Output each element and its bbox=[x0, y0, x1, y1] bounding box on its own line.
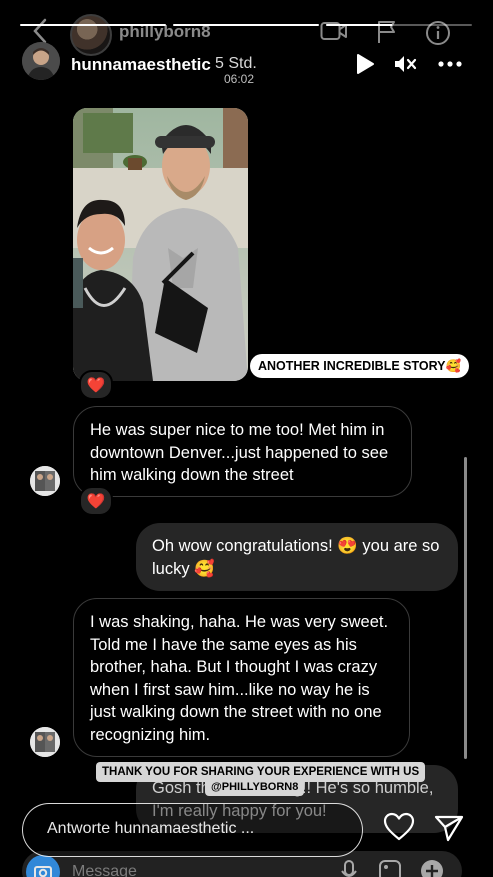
mention-sticker[interactable]: @PHILLYBORN8 bbox=[205, 778, 305, 796]
shared-story-photo[interactable] bbox=[73, 108, 248, 381]
progress-segment bbox=[20, 24, 166, 26]
plus-icon[interactable] bbox=[420, 859, 444, 877]
progress-segment bbox=[173, 24, 319, 26]
heart-outline-icon[interactable] bbox=[383, 812, 415, 842]
story-reply-input[interactable]: Antworte hunnamaesthetic ... bbox=[22, 803, 363, 857]
chat-scrollbar[interactable] bbox=[464, 457, 467, 759]
message-bubble-received[interactable]: I was shaking, haha. He was very sweet. … bbox=[73, 598, 410, 757]
speaker-muted-icon[interactable] bbox=[392, 52, 418, 76]
more-dots-icon[interactable] bbox=[437, 52, 463, 76]
story-age: 5 Std. bbox=[215, 55, 257, 72]
heart-reaction-icon: ❤️ bbox=[86, 493, 106, 510]
sender-avatar[interactable] bbox=[30, 727, 60, 757]
dm-contact-avatar[interactable] bbox=[70, 14, 112, 56]
story-author-username[interactable]: hunnamaesthetic bbox=[71, 55, 211, 75]
microphone-icon[interactable] bbox=[340, 859, 358, 877]
message-text: I was shaking, haha. He was very sweet. … bbox=[90, 613, 389, 744]
story-author-avatar[interactable] bbox=[22, 42, 60, 80]
camera-icon[interactable] bbox=[26, 855, 60, 877]
heart-reaction-icon: ❤️ bbox=[86, 377, 106, 394]
composer-placeholder[interactable]: Message bbox=[72, 863, 137, 877]
photo-heart-reaction[interactable]: ❤️ bbox=[79, 370, 113, 400]
send-paper-plane-icon[interactable] bbox=[434, 814, 464, 842]
message-bubble-received[interactable]: He was super nice to me too! Met him in … bbox=[73, 406, 412, 497]
story-timestamp: 06:02 bbox=[224, 72, 255, 86]
story-reply-screen: phillyborn8 hunnamaesthetic 5 Std. 06:02 bbox=[0, 0, 493, 877]
sender-avatar[interactable] bbox=[30, 466, 60, 496]
play-icon[interactable] bbox=[352, 52, 378, 76]
dm-header: phillyborn8 bbox=[0, 0, 493, 60]
image-icon[interactable] bbox=[378, 859, 402, 877]
story-progress bbox=[20, 24, 472, 27]
message-heart-reaction[interactable]: ❤️ bbox=[79, 486, 113, 516]
caption-sticker: ANOTHER INCREDIBLE STORY🥰 bbox=[250, 354, 470, 378]
message-text: Oh wow congratulations! 😍 you are so luc… bbox=[152, 537, 440, 578]
message-text: He was super nice to me too! Met him in … bbox=[90, 421, 389, 484]
message-bubble-sent[interactable]: Oh wow congratulations! 😍 you are so luc… bbox=[136, 523, 458, 591]
reply-placeholder: Antworte hunnamaesthetic ... bbox=[47, 820, 255, 837]
progress-segment bbox=[326, 24, 472, 26]
